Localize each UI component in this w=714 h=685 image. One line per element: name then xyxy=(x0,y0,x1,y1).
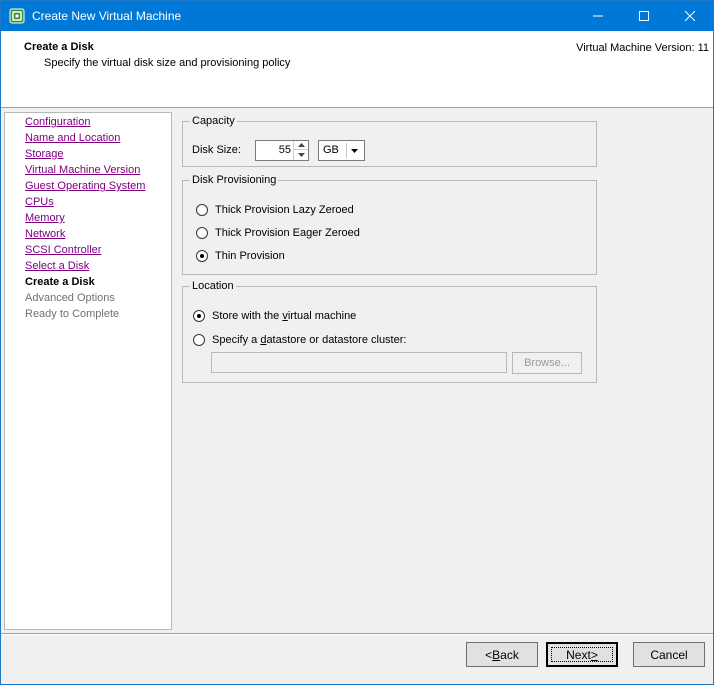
wizard-header: Create a Disk Specify the virtual disk s… xyxy=(1,31,713,108)
store-with-vm-radio[interactable] xyxy=(193,310,205,322)
disk-provisioning-legend: Disk Provisioning xyxy=(192,174,277,186)
disk-size-stepper[interactable]: 55 xyxy=(255,140,309,161)
store-with-vm-label: Store with the virtual machine xyxy=(212,310,357,322)
next-button[interactable]: Next > xyxy=(546,642,618,667)
minimize-icon xyxy=(593,15,603,17)
arrow-down-icon xyxy=(297,152,305,157)
thick-eager-zeroed-radio[interactable] xyxy=(196,227,208,239)
thick-lazy-zeroed-option[interactable]: Thick Provision Lazy Zeroed xyxy=(196,204,354,216)
window-title: Create New Virtual Machine xyxy=(32,9,182,23)
title-bar[interactable]: Create New Virtual Machine xyxy=(1,1,713,31)
minimize-button[interactable] xyxy=(575,1,621,31)
chevron-down-icon[interactable] xyxy=(346,143,362,158)
nav-item-ready-to-complete: Ready to Complete xyxy=(25,308,120,320)
capacity-group: Capacity Disk Size: 55 GB xyxy=(182,115,597,167)
footer-divider-highlight xyxy=(1,634,713,635)
page-subtitle: Specify the virtual disk size and provis… xyxy=(44,57,291,69)
thick-eager-zeroed-label: Thick Provision Eager Zeroed xyxy=(215,227,360,239)
thin-provision-radio[interactable] xyxy=(196,250,208,262)
thick-lazy-zeroed-radio[interactable] xyxy=(196,204,208,216)
back-button[interactable]: < Back xyxy=(466,642,538,667)
disk-size-spin-arrows xyxy=(293,141,308,160)
vmware-logo-icon xyxy=(9,8,25,24)
wizard-steps-nav: Configuration Name and Location Storage … xyxy=(4,112,172,630)
nav-item-storage[interactable]: Storage xyxy=(25,148,64,160)
page-title: Create a Disk xyxy=(24,41,94,53)
location-group: Location Store with the virtual machine … xyxy=(182,280,597,383)
disk-provisioning-group: Disk Provisioning Thick Provision Lazy Z… xyxy=(182,174,597,275)
arrow-up-icon xyxy=(297,143,305,147)
nav-item-name-and-location[interactable]: Name and Location xyxy=(25,132,120,144)
nav-item-cpus[interactable]: CPUs xyxy=(25,196,54,208)
wizard-content: Capacity Disk Size: 55 GB Disk Provision… xyxy=(176,112,712,632)
nav-item-vm-version[interactable]: Virtual Machine Version xyxy=(25,164,140,176)
nav-item-select-a-disk[interactable]: Select a Disk xyxy=(25,260,89,272)
disk-size-label: Disk Size: xyxy=(192,144,241,156)
disk-size-unit-value: GB xyxy=(323,144,339,156)
specify-datastore-radio[interactable] xyxy=(193,334,205,346)
cancel-button[interactable]: Cancel xyxy=(633,642,705,667)
close-button[interactable] xyxy=(667,1,713,31)
location-legend: Location xyxy=(192,280,234,292)
specify-datastore-option[interactable]: Specify a datastore or datastore cluster… xyxy=(193,334,406,346)
nav-item-memory[interactable]: Memory xyxy=(25,212,65,224)
store-with-vm-option[interactable]: Store with the virtual machine xyxy=(193,310,356,322)
wizard-window: Create New Virtual Machine Create a Disk… xyxy=(0,0,714,685)
specify-datastore-label: Specify a datastore or datastore cluster… xyxy=(212,334,407,346)
disk-size-value[interactable]: 55 xyxy=(279,144,291,156)
maximize-icon xyxy=(639,11,649,21)
close-icon xyxy=(685,11,695,21)
nav-item-create-a-disk: Create a Disk xyxy=(25,276,95,288)
thick-eager-zeroed-option[interactable]: Thick Provision Eager Zeroed xyxy=(196,227,360,239)
thick-lazy-zeroed-label: Thick Provision Lazy Zeroed xyxy=(215,204,354,216)
nav-item-network[interactable]: Network xyxy=(25,228,65,240)
spin-down-button[interactable] xyxy=(294,150,308,159)
thin-provision-label: Thin Provision xyxy=(215,250,285,262)
datastore-input[interactable] xyxy=(211,352,507,373)
thin-provision-option[interactable]: Thin Provision xyxy=(196,250,285,262)
nav-item-configuration[interactable]: Configuration xyxy=(25,116,90,128)
maximize-button[interactable] xyxy=(621,1,667,31)
vm-version-label: Virtual Machine Version: 11 xyxy=(576,42,709,54)
disk-size-unit-select[interactable]: GB xyxy=(318,140,365,161)
nav-item-advanced-options: Advanced Options xyxy=(25,292,115,304)
browse-button[interactable]: Browse... xyxy=(512,352,582,374)
focus-rectangle xyxy=(551,647,613,662)
nav-item-guest-os[interactable]: Guest Operating System xyxy=(25,180,145,192)
nav-item-scsi-controller[interactable]: SCSI Controller xyxy=(25,244,101,256)
spin-up-button[interactable] xyxy=(294,141,308,150)
capacity-legend: Capacity xyxy=(192,115,235,127)
